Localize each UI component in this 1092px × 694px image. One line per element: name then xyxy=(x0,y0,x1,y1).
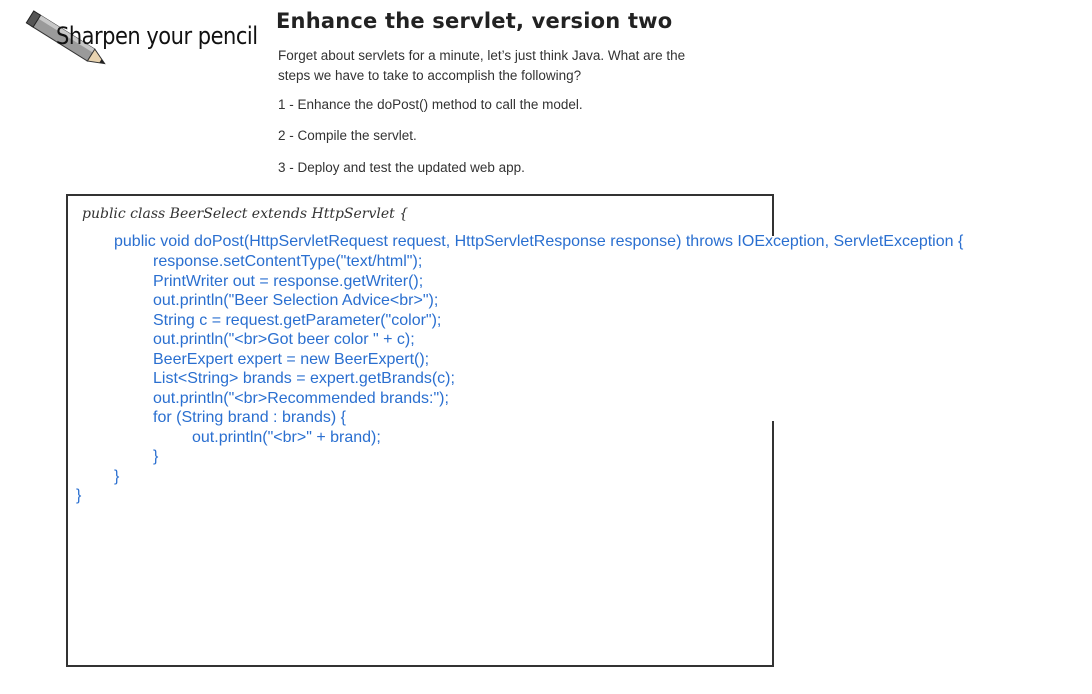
step-1: 1 - Enhance the doPost() method to call … xyxy=(278,97,583,112)
intro-text: Forget about servlets for a minute, let’… xyxy=(278,48,686,83)
code-line: for (String brand : brands) { xyxy=(153,409,346,426)
code-line: out.println("Beer Selection Advice<br>")… xyxy=(153,292,439,309)
code-line: out.println("<br>Got beer color " + c); xyxy=(153,331,415,348)
code-line: PrintWriter out = response.getWriter(); xyxy=(153,273,424,290)
code-line: } xyxy=(76,487,82,504)
code-line: out.println("<br>" + brand); xyxy=(192,429,381,446)
class-declaration: public class BeerSelect extends HttpServ… xyxy=(82,206,409,222)
code-line: } xyxy=(153,448,159,465)
code-line: String c = request.getParameter("color")… xyxy=(153,312,442,329)
code-line: } xyxy=(114,468,120,485)
sharpen-your-pencil-logo: Sharpen your pencil xyxy=(18,8,258,78)
step-2: 2 - Compile the servlet. xyxy=(278,128,417,143)
code-line: BeerExpert expert = new BeerExpert(); xyxy=(153,351,430,368)
code-line: public void doPost(HttpServletRequest re… xyxy=(114,233,964,250)
code-line: out.println("<br>Recommended brands:"); xyxy=(153,390,449,407)
page-title: Enhance the servlet, version two xyxy=(276,9,673,33)
step-3: 3 - Deploy and test the updated web app. xyxy=(278,160,525,175)
code-line: List<String> brands = expert.getBrands(c… xyxy=(153,370,455,387)
code-line: response.setContentType("text/html"); xyxy=(153,253,423,270)
box-border-gap xyxy=(767,236,779,421)
logo-text: Sharpen your pencil xyxy=(56,22,258,50)
